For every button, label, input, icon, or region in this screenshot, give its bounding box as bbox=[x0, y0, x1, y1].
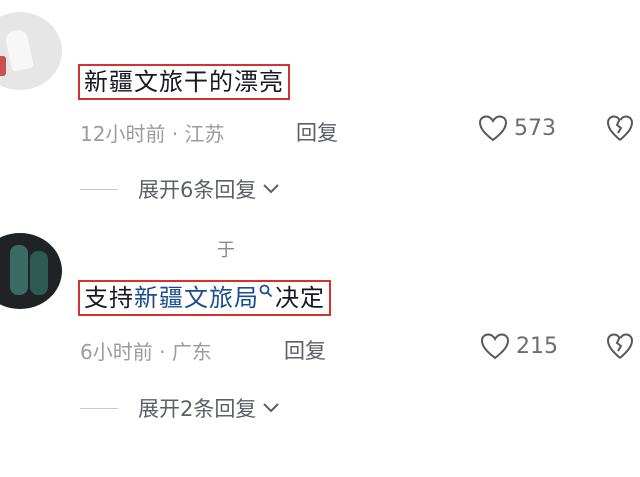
chevron-down-icon bbox=[263, 184, 280, 194]
like-button[interactable]: 215 bbox=[480, 332, 558, 360]
comment-text-after: 决定 bbox=[275, 284, 325, 312]
comment-time: 12小时前 bbox=[80, 122, 166, 146]
reply-button[interactable]: 回复 bbox=[284, 335, 326, 365]
meta-separator: · bbox=[159, 340, 172, 364]
like-count: 215 bbox=[516, 333, 558, 359]
expand-replies-label: 展开2条回复 bbox=[138, 397, 257, 421]
dislike-icon[interactable] bbox=[606, 332, 634, 360]
topic-link[interactable]: 新疆文旅局 bbox=[134, 284, 259, 312]
comment-time: 6小时前 bbox=[80, 340, 153, 364]
expand-replies-button[interactable]: 展开2条回复 bbox=[80, 393, 280, 423]
comment-text-before: 支持 bbox=[84, 284, 134, 312]
comment-text: 支持新疆文旅局 决定 bbox=[78, 280, 331, 316]
heart-icon bbox=[480, 333, 510, 360]
comment-text: 新疆文旅干的漂亮 bbox=[78, 64, 290, 100]
comment-meta: 6小时前 · 广东 bbox=[80, 336, 212, 365]
like-button[interactable]: 573 bbox=[478, 114, 556, 142]
comment-location: 江苏 bbox=[184, 122, 225, 146]
comment-text-content: 新疆文旅干的漂亮 bbox=[84, 68, 284, 96]
avatar[interactable] bbox=[0, 12, 62, 90]
divider bbox=[80, 407, 118, 409]
comment-meta: 12小时前 · 江苏 bbox=[80, 118, 225, 147]
avatar[interactable] bbox=[0, 233, 62, 309]
avatar-image bbox=[4, 28, 34, 72]
expand-replies-button[interactable]: 展开6条回复 bbox=[80, 174, 280, 204]
avatar-image bbox=[30, 251, 48, 295]
dislike-icon[interactable] bbox=[606, 114, 634, 142]
reply-button[interactable]: 回复 bbox=[296, 117, 338, 147]
partial-text: 于 bbox=[217, 240, 235, 261]
divider bbox=[80, 188, 118, 190]
avatar-image bbox=[10, 245, 28, 295]
heart-icon bbox=[478, 115, 508, 142]
comment-location: 广东 bbox=[171, 340, 212, 364]
avatar-image bbox=[0, 56, 6, 76]
chevron-down-icon bbox=[263, 403, 280, 413]
expand-replies-label: 展开6条回复 bbox=[138, 178, 257, 202]
meta-separator: · bbox=[171, 122, 185, 146]
search-icon[interactable] bbox=[259, 284, 273, 298]
like-count: 573 bbox=[514, 115, 556, 141]
